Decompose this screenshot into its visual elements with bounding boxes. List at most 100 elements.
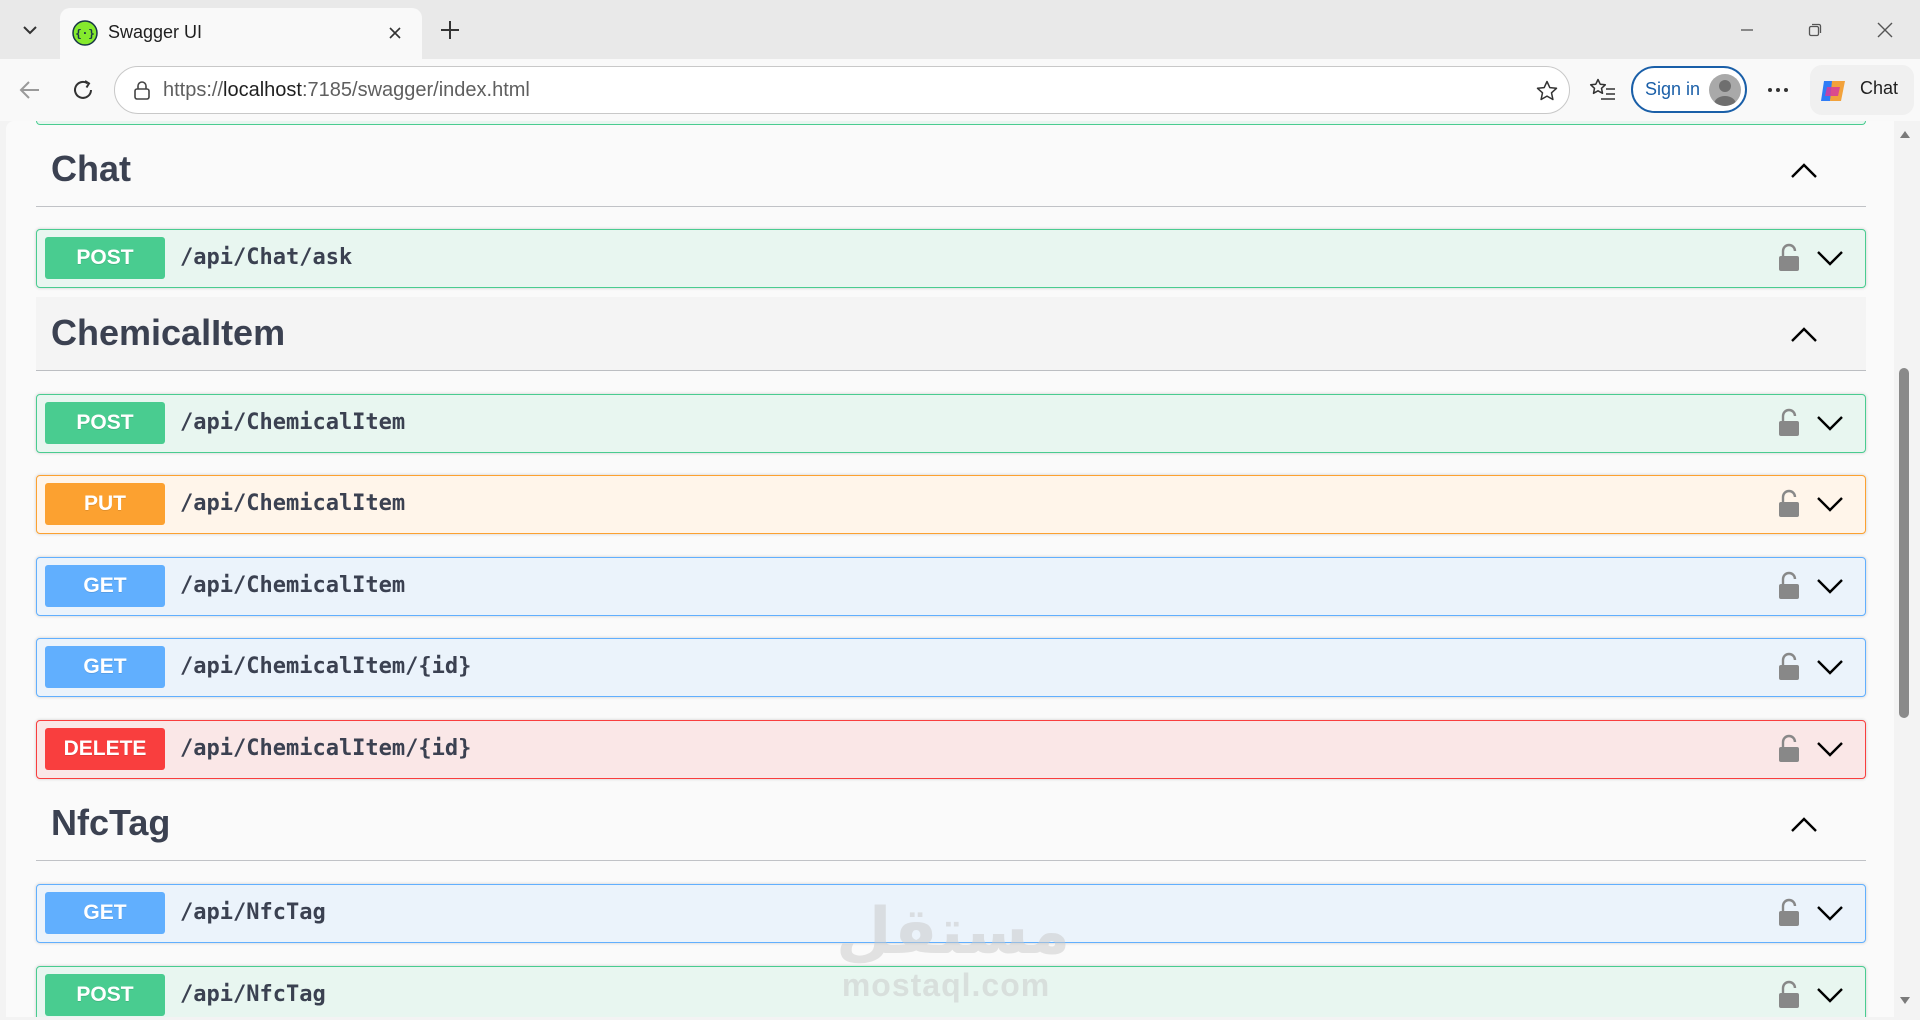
method-badge: PUT <box>45 483 165 525</box>
unlock-icon <box>1779 898 1799 926</box>
new-tab-button[interactable] <box>432 12 468 48</box>
section-title: NfcTag <box>51 802 171 843</box>
watermark-latin: mostaql.com <box>841 967 1051 1003</box>
avatar-icon <box>1709 74 1741 106</box>
minimize-icon <box>1741 29 1753 31</box>
address-bar[interactable]: https://localhost:7185/swagger/index.htm… <box>114 66 1570 114</box>
authorize-button[interactable] <box>1775 406 1803 440</box>
endpoint-path: /api/NfcTag <box>180 982 326 1007</box>
section-header-chat[interactable]: Chat <box>36 133 1866 207</box>
expand-toggle[interactable] <box>1813 408 1847 438</box>
lock-icon <box>134 81 150 100</box>
plus-icon <box>441 21 459 39</box>
method-badge: POST <box>45 974 165 1016</box>
chevron-down-icon <box>1817 742 1843 757</box>
tab-close-button[interactable] <box>382 20 408 46</box>
close-icon <box>1877 22 1893 38</box>
copilot-label: Chat <box>1860 78 1899 98</box>
endpoint-path: /api/ChemicalItem <box>180 410 406 435</box>
chevron-down-icon <box>23 26 37 35</box>
opblock-post-chat-ask[interactable]: POST /api/Chat/ask <box>36 229 1866 288</box>
favorites-button[interactable] <box>1584 71 1622 109</box>
more-horizontal-icon <box>1768 88 1788 92</box>
unlock-icon <box>1779 980 1799 1008</box>
tab-list-button[interactable] <box>10 12 50 48</box>
chevron-up-icon <box>1791 163 1817 178</box>
restore-button[interactable] <box>1790 10 1840 50</box>
collapse-toggle[interactable] <box>1786 155 1822 185</box>
opblock-get-chemicalitem-id[interactable]: GET /api/ChemicalItem/{id} <box>36 638 1866 697</box>
back-button[interactable] <box>11 71 49 109</box>
endpoint-path: /api/NfcTag <box>180 900 326 925</box>
reload-icon <box>74 80 92 99</box>
section-title: ChemicalItem <box>51 312 286 353</box>
restore-icon <box>1808 23 1822 37</box>
minimize-button[interactable] <box>1722 10 1772 50</box>
expand-toggle[interactable] <box>1813 980 1847 1010</box>
favorites-list-icon <box>1589 78 1615 100</box>
scrollbar-thumb[interactable] <box>1899 368 1909 718</box>
opblock-get-chemicalitem[interactable]: GET /api/ChemicalItem <box>36 557 1866 616</box>
unlock-icon <box>1779 652 1799 680</box>
opblock-put-chemicalitem[interactable]: PUT /api/ChemicalItem <box>36 475 1866 534</box>
method-badge: GET <box>45 565 165 607</box>
watermark-arabic: مستقل <box>836 895 1071 969</box>
endpoint-path: /api/ChemicalItem/{id} <box>180 654 472 679</box>
scroll-down-arrow-icon[interactable] <box>1900 997 1910 1004</box>
section-header-nfctag[interactable]: NfcTag <box>36 787 1866 861</box>
browser-tab[interactable]: {·} Swagger UI <box>60 8 422 59</box>
opblock-post-chemicalitem[interactable]: POST /api/ChemicalItem <box>36 394 1866 453</box>
expand-toggle[interactable] <box>1813 652 1847 682</box>
method-badge: POST <box>45 237 165 279</box>
authorize-button[interactable] <box>1775 241 1803 275</box>
copilot-icon <box>1821 81 1845 101</box>
chevron-down-icon <box>1817 416 1843 431</box>
collapse-toggle[interactable] <box>1786 809 1822 839</box>
method-badge: GET <box>45 892 165 934</box>
reload-button[interactable] <box>64 71 102 109</box>
chevron-up-icon <box>1791 327 1817 342</box>
opblock-delete-chemicalitem-id[interactable]: DELETE /api/ChemicalItem/{id} <box>36 720 1866 779</box>
endpoint-path: /api/Chat/ask <box>180 245 353 270</box>
scroll-up-arrow-icon[interactable] <box>1900 131 1910 138</box>
expand-toggle[interactable] <box>1813 571 1847 601</box>
sign-in-button[interactable]: Sign in <box>1631 66 1747 113</box>
address-url[interactable]: https://localhost:7185/swagger/index.htm… <box>163 79 530 102</box>
more-menu-button[interactable] <box>1758 71 1798 109</box>
unlock-icon <box>1779 489 1799 517</box>
close-window-button[interactable] <box>1860 10 1910 50</box>
authorize-button[interactable] <box>1775 978 1803 1012</box>
section-title: Chat <box>51 148 131 189</box>
unlock-icon <box>1779 243 1799 271</box>
endpoint-path: /api/ChemicalItem/{id} <box>180 736 472 761</box>
copilot-chat-button[interactable]: Chat <box>1810 65 1914 115</box>
chevron-down-icon <box>1817 579 1843 594</box>
page-viewport: Chat POST /api/Chat/ask ChemicalItem POS… <box>6 121 1904 1017</box>
chevron-down-icon <box>1817 906 1843 921</box>
expand-toggle[interactable] <box>1813 734 1847 764</box>
sign-in-label: Sign in <box>1645 79 1701 99</box>
expand-toggle[interactable] <box>1813 489 1847 519</box>
section-header-chemicalitem[interactable]: ChemicalItem <box>36 297 1866 371</box>
opblock-post-partial[interactable] <box>36 121 1866 125</box>
method-badge: GET <box>45 646 165 688</box>
endpoint-path: /api/ChemicalItem <box>180 573 406 598</box>
endpoint-path: /api/ChemicalItem <box>180 491 406 516</box>
chevron-down-icon <box>1817 251 1843 266</box>
page-scrollbar[interactable] <box>1894 121 1914 1017</box>
authorize-button[interactable] <box>1775 896 1803 930</box>
browser-toolbar: https://localhost:7185/swagger/index.htm… <box>0 59 1920 121</box>
method-badge: POST <box>45 402 165 444</box>
expand-toggle[interactable] <box>1813 243 1847 273</box>
authorize-button[interactable] <box>1775 650 1803 684</box>
authorize-button[interactable] <box>1775 569 1803 603</box>
svg-text:{·}: {·} <box>75 27 95 40</box>
favorite-star-button[interactable] <box>1533 77 1561 105</box>
unlock-icon <box>1779 408 1799 436</box>
authorize-button[interactable] <box>1775 487 1803 521</box>
unlock-icon <box>1779 734 1799 762</box>
collapse-toggle[interactable] <box>1786 319 1822 349</box>
authorize-button[interactable] <box>1775 732 1803 766</box>
chevron-down-icon <box>1817 660 1843 675</box>
expand-toggle[interactable] <box>1813 898 1847 928</box>
